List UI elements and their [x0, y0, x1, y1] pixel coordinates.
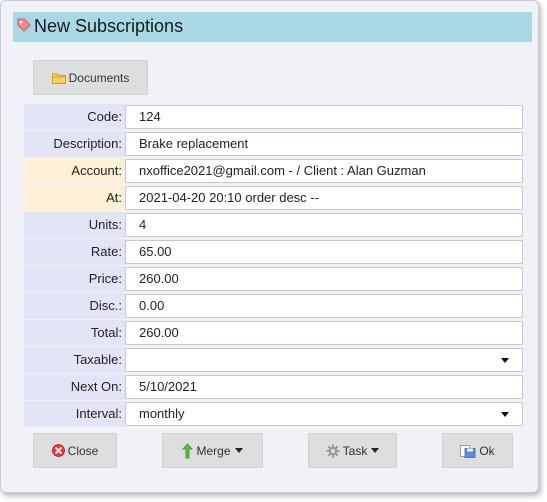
form-row-price: Price: 260.00 [24, 266, 524, 292]
taxable-label: Taxable: [24, 347, 125, 373]
documents-label: Documents [68, 70, 130, 85]
code-label: Code: [24, 104, 125, 130]
gear-icon [326, 444, 340, 458]
form-row-taxable: Taxable: [24, 347, 524, 373]
chevron-down-icon [234, 448, 243, 453]
rate-field[interactable]: 65.00 [125, 240, 523, 264]
save-icon [460, 444, 476, 458]
interval-value: monthly [139, 406, 185, 421]
description-field[interactable]: Brake replacement [125, 132, 523, 156]
interval-select[interactable]: monthly [125, 402, 523, 426]
subscription-dialog: New Subscriptions Documents Code: 124 De… [0, 0, 539, 493]
merge-label: Merge [196, 443, 231, 458]
discount-field[interactable]: 0.00 [125, 294, 523, 318]
price-label: Price: [24, 266, 125, 292]
form-row-discount: Disc.: 0.00 [24, 293, 524, 319]
price-field[interactable]: 260.00 [125, 267, 523, 291]
units-field[interactable]: 4 [125, 213, 523, 237]
chevron-down-icon[interactable] [501, 412, 509, 417]
form-row-next-on: Next On: 5/10/2021 [24, 374, 524, 400]
documents-button[interactable]: Documents [33, 60, 148, 95]
form-row-units: Units: 4 [24, 212, 524, 238]
discount-label: Disc.: [24, 293, 125, 319]
units-label: Units: [24, 212, 125, 238]
at-field[interactable]: 2021-04-20 20:10 order desc -- [125, 186, 523, 210]
ok-label: Ok [479, 443, 495, 458]
total-label: Total: [24, 320, 125, 346]
task-button[interactable]: Task [308, 433, 397, 468]
form-row-description: Description: Brake replacement [24, 131, 524, 157]
form-row-rate: Rate: 65.00 [24, 239, 524, 265]
close-icon [51, 444, 65, 457]
code-field[interactable]: 124 [125, 105, 523, 129]
taxable-select[interactable] [125, 348, 523, 372]
form-row-code: Code: 124 [24, 104, 524, 130]
merge-arrow-icon [182, 442, 194, 459]
form-row-interval: Interval: monthly [24, 401, 524, 427]
chevron-down-icon[interactable] [501, 358, 509, 363]
interval-label: Interval: [24, 401, 125, 427]
description-label: Description: [24, 131, 125, 157]
ok-button[interactable]: Ok [442, 433, 513, 468]
next-on-field[interactable]: 5/10/2021 [125, 375, 523, 399]
total-field[interactable]: 260.00 [125, 321, 523, 345]
account-label: Account: [24, 158, 125, 184]
tag-icon [17, 18, 31, 32]
task-label: Task [342, 443, 368, 458]
close-label: Close [67, 443, 99, 458]
form-row-account: Account: nxoffice2021@gmail.com - / Clie… [24, 158, 524, 184]
merge-button[interactable]: Merge [162, 433, 263, 468]
close-button[interactable]: Close [33, 433, 117, 468]
rate-label: Rate: [24, 239, 125, 265]
form-row-total: Total: 260.00 [24, 320, 524, 346]
dialog-title: New Subscriptions [34, 16, 184, 36]
account-field[interactable]: nxoffice2021@gmail.com - / Client : Alan… [125, 159, 523, 183]
form-row-at: At: 2021-04-20 20:10 order desc -- [24, 185, 524, 211]
folder-icon [51, 72, 66, 84]
chevron-down-icon [371, 448, 380, 453]
next-on-label: Next On: [24, 374, 125, 400]
at-label: At: [24, 185, 125, 211]
dialog-titlebar: New Subscriptions [13, 12, 532, 42]
